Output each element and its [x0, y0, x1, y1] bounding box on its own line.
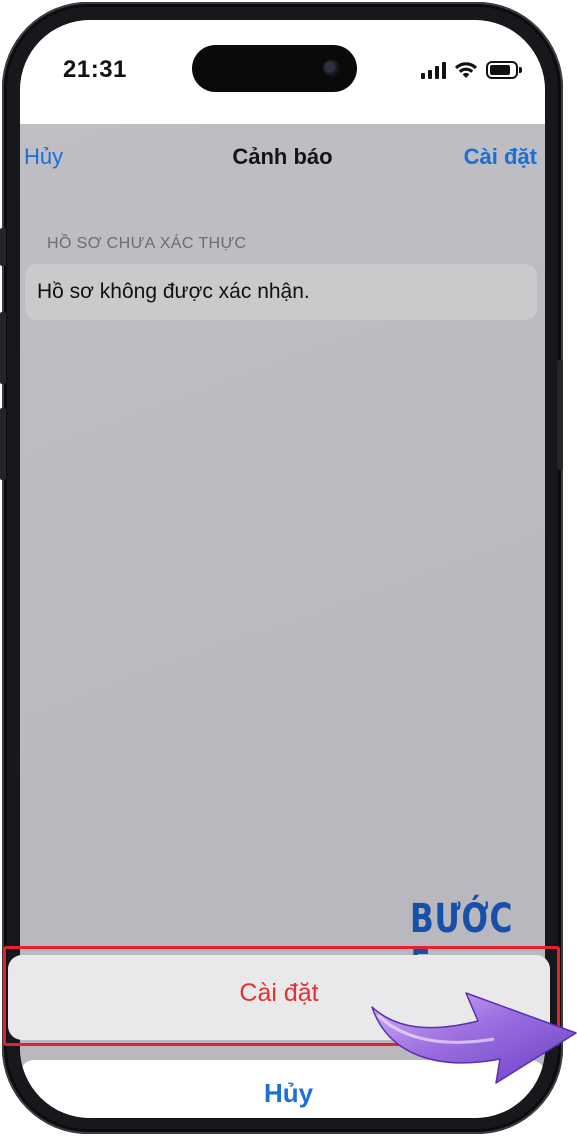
cellular-signal-icon: [421, 61, 446, 79]
battery-icon: [486, 61, 522, 79]
power-button: [557, 360, 563, 470]
dynamic-island: [192, 45, 357, 92]
section-header: HỒ SƠ CHƯA XÁC THỰC: [47, 235, 247, 252]
mute-switch: [0, 228, 6, 266]
wifi-icon: [455, 62, 477, 78]
warning-card: Hồ sơ không được xác nhận.: [25, 264, 537, 320]
status-icons: [421, 58, 522, 82]
nav-cancel-button[interactable]: Hủy: [24, 144, 63, 170]
status-bar: 21:31: [20, 20, 545, 124]
page-title: Cảnh báo: [232, 144, 333, 169]
volume-down-button: [0, 408, 6, 480]
nav-install-button[interactable]: Cài đặt: [464, 144, 537, 170]
pointer-arrow-icon: [371, 992, 577, 1084]
camera-icon: [323, 60, 340, 77]
status-time: 21:31: [63, 56, 127, 83]
volume-up-button: [0, 312, 6, 384]
warning-message: Hồ sơ không được xác nhận.: [37, 280, 310, 303]
